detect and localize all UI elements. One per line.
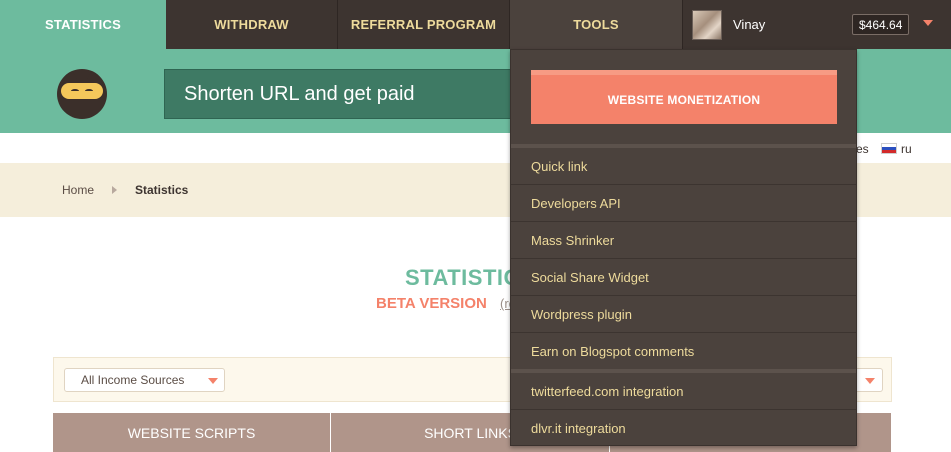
logo-eye — [71, 89, 79, 93]
caret-down-icon[interactable] — [923, 20, 933, 26]
menu-item-twitterfeed[interactable]: twitterfeed.com integration — [511, 373, 856, 410]
ninja-logo[interactable] — [57, 69, 107, 119]
slogan-banner: Shorten URL and get paid — [164, 69, 511, 119]
top-navbar: STATISTICS WITHDRAW REFERRAL PROGRAM TOO… — [0, 0, 951, 49]
user-name[interactable]: Vinay — [733, 17, 765, 32]
menu-item-developers-api[interactable]: Developers API — [511, 185, 856, 222]
menu-item-blogspot-comments[interactable]: Earn on Blogspot comments — [511, 333, 856, 370]
page-title: STATISTIC — [405, 265, 520, 290]
tools-dropdown-menu: WEBSITE MONETIZATION Quick link Develope… — [510, 49, 857, 446]
menu-item-mass-shrinker[interactable]: Mass Shrinker — [511, 222, 856, 259]
flag-ru-icon[interactable] — [881, 143, 897, 154]
breadcrumb-current: Statistics — [135, 183, 189, 197]
period-select[interactable] — [857, 368, 883, 392]
menu-item-dlvr-it[interactable]: dlvr.it integration — [511, 410, 856, 447]
lang-es-link[interactable]: es — [856, 142, 869, 156]
breadcrumb-home-link[interactable]: Home — [62, 183, 94, 197]
logo-ear — [63, 69, 77, 79]
avatar[interactable] — [692, 9, 722, 40]
menu-item-quick-link[interactable]: Quick link — [511, 148, 856, 185]
website-monetization-button[interactable]: WEBSITE MONETIZATION — [531, 70, 837, 124]
logo-mask-band — [61, 83, 103, 99]
caret-down-icon — [208, 378, 218, 384]
income-sources-select[interactable]: All Income Sources — [64, 368, 225, 392]
income-select-value: All Income Sources — [81, 373, 185, 387]
user-menu[interactable]: Vinay $464.64 — [683, 0, 951, 49]
balance-badge[interactable]: $464.64 — [852, 14, 910, 35]
logo-ear — [87, 69, 101, 79]
tab-website-scripts[interactable]: WEBSITE SCRIPTS — [53, 413, 331, 452]
nav-tab-referral-program[interactable]: REFERRAL PROGRAM — [338, 0, 510, 49]
logo-eye — [85, 89, 93, 93]
caret-down-icon — [865, 378, 875, 384]
menu-item-wordpress-plugin[interactable]: Wordpress plugin — [511, 296, 856, 333]
lang-ru-link[interactable]: ru — [901, 142, 912, 156]
nav-tab-withdraw[interactable]: WITHDRAW — [166, 0, 338, 49]
chevron-right-icon — [112, 186, 117, 194]
nav-tab-tools[interactable]: TOOLS — [510, 0, 683, 49]
nav-tab-statistics[interactable]: STATISTICS — [0, 0, 166, 49]
beta-version-label: BETA VERSION — [376, 295, 487, 312]
menu-item-social-share-widget[interactable]: Social Share Widget — [511, 259, 856, 296]
